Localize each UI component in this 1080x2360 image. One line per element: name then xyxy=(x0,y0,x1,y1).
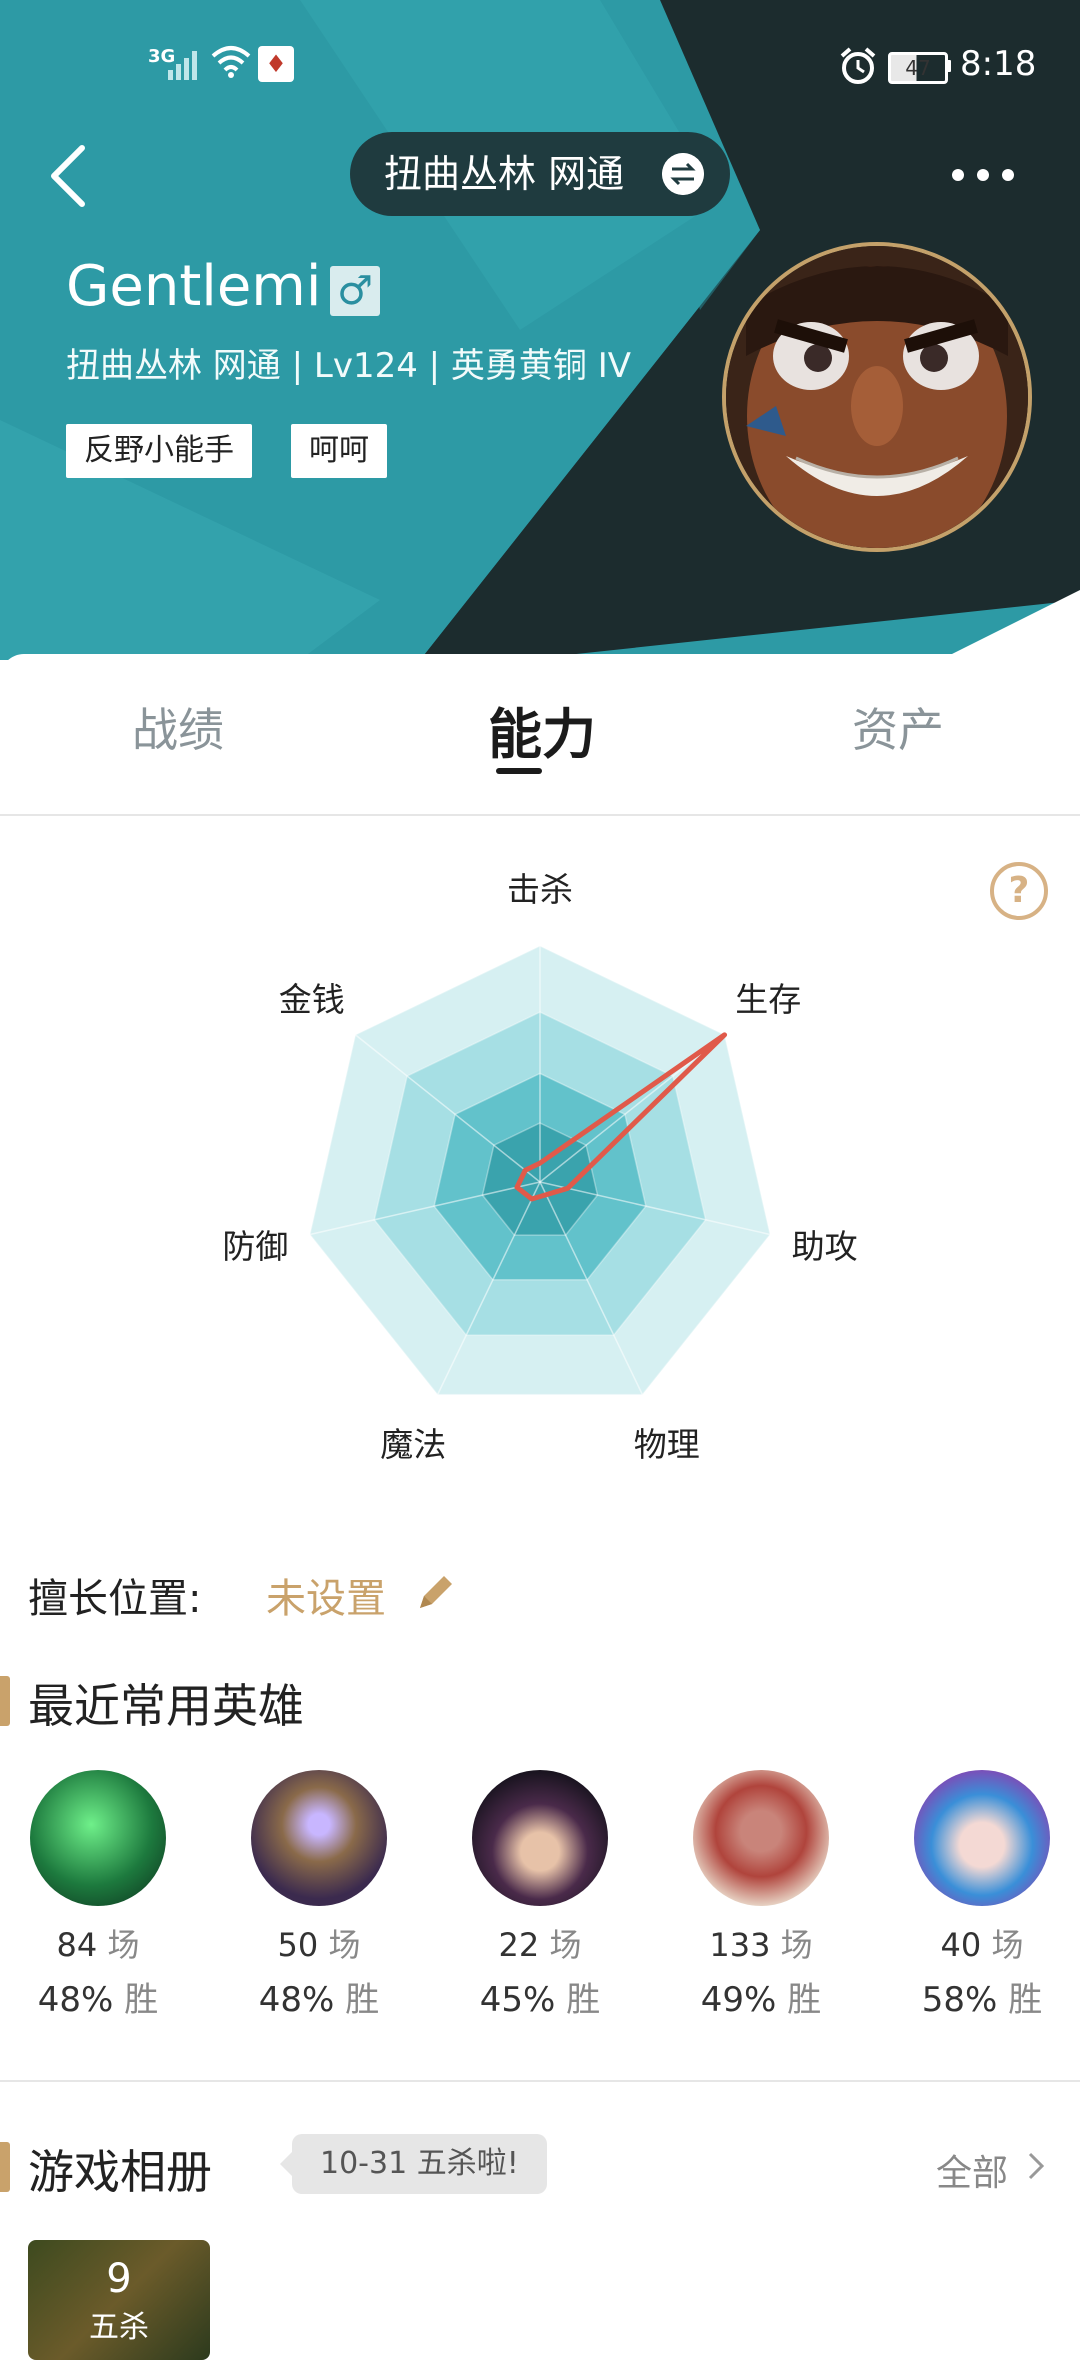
hero-games-unit: 场 xyxy=(328,1926,361,1964)
hero-winrate: 45% 胜 xyxy=(440,1972,640,2021)
hero-games-unit: 场 xyxy=(991,1926,1024,1964)
tab-ability[interactable]: 能力 xyxy=(488,690,596,769)
hero-games: 22 场 xyxy=(440,1920,640,1966)
hero-winrate-value: 49% xyxy=(700,1980,777,2020)
alarm-icon xyxy=(840,47,876,84)
server-switch-label: 扭曲丛林 网通 xyxy=(384,152,625,196)
hero-games-unit: 场 xyxy=(107,1926,140,1964)
hero-item[interactable]: 22 场 45% 胜 xyxy=(440,1770,640,2021)
hero-games: 133 场 xyxy=(661,1920,861,1966)
hero-games-count: 84 xyxy=(56,1926,98,1964)
profile-header: 3G ♦ 47 8:18 扭曲丛林 网通 Gentlemi ♂ 扭曲丛林 网通 … xyxy=(0,0,1080,660)
radar-axis-label: 防御 xyxy=(222,1227,288,1266)
hero-item[interactable]: 40 场 58% 胜 xyxy=(882,1770,1080,2021)
more-options-icon[interactable] xyxy=(948,160,1018,190)
app-notification-icon: ♦ xyxy=(258,46,294,82)
radar-axis-label: 生存 xyxy=(735,980,801,1019)
hero-games-unit: 场 xyxy=(780,1926,813,1964)
chevron-right-icon[interactable] xyxy=(1024,2150,1048,2182)
album-count: 9 xyxy=(106,2256,132,2302)
radar-axis-label: 击杀 xyxy=(507,870,573,909)
player-tag[interactable]: 呵呵 xyxy=(291,424,387,478)
hero-item[interactable]: 84 场 48% 胜 xyxy=(0,1770,198,2021)
swap-icon xyxy=(662,153,704,195)
hero-games-count: 133 xyxy=(709,1926,771,1964)
clock: 8:18 xyxy=(960,44,1037,84)
hero-winrate-unit: 胜 xyxy=(787,1980,822,2020)
hero-winrate: 58% 胜 xyxy=(882,1972,1080,2021)
hero-winrate-value: 45% xyxy=(479,1980,556,2020)
player-tag[interactable]: 反野小能手 xyxy=(66,424,252,478)
hero-winrate-unit: 胜 xyxy=(345,1980,380,2020)
hero-games-unit: 场 xyxy=(549,1926,582,1964)
hero-avatar xyxy=(472,1770,608,1906)
album-view-all-link[interactable]: 全部 xyxy=(936,2144,1008,2196)
profile-tabs: 战绩 能力 资产 xyxy=(0,654,1080,816)
radar-axis-label: 物理 xyxy=(634,1425,700,1464)
back-button[interactable] xyxy=(40,140,110,210)
profile-avatar[interactable] xyxy=(722,242,1032,552)
wifi-icon xyxy=(211,46,251,78)
hero-avatar xyxy=(30,1770,166,1906)
pencil-icon[interactable] xyxy=(414,1570,458,1614)
avatar-face-image xyxy=(726,246,1028,548)
hero-games-count: 22 xyxy=(498,1926,540,1964)
recent-heroes-title: 最近常用英雄 xyxy=(28,1679,304,1733)
position-label: 擅长位置: xyxy=(28,1576,202,1622)
hero-avatar xyxy=(693,1770,829,1906)
player-info: 扭曲丛林 网通 | Lv124 | 英勇黄铜 IV xyxy=(66,346,632,386)
hero-games-count: 50 xyxy=(277,1926,319,1964)
server-switch-button[interactable]: 扭曲丛林 网通 xyxy=(350,132,730,216)
help-icon[interactable]: ? xyxy=(990,862,1048,920)
hero-winrate-unit: 胜 xyxy=(566,1980,601,2020)
battery-icon: 47 xyxy=(888,52,948,84)
hero-games-count: 40 xyxy=(940,1926,982,1964)
radar-axis-label: 助攻 xyxy=(792,1227,858,1266)
hero-games: 40 场 xyxy=(882,1920,1080,1966)
hero-avatar xyxy=(914,1770,1050,1906)
hero-games: 50 场 xyxy=(219,1920,419,1966)
hero-winrate-unit: 胜 xyxy=(1008,1980,1043,2020)
hero-winrate-value: 58% xyxy=(921,1980,998,2020)
hero-winrate-value: 48% xyxy=(258,1980,335,2020)
section-accent-bar xyxy=(0,2142,10,2192)
album-item-label: 五杀 xyxy=(89,2310,149,2345)
radar-axis-label: 金钱 xyxy=(279,980,345,1019)
recent-heroes-list: 84 场 48% 胜 50 场 48% 胜 22 场 45% 胜 133 场 4… xyxy=(0,1770,1080,2040)
hero-winrate: 49% 胜 xyxy=(661,1972,861,2021)
hero-games: 84 场 xyxy=(0,1920,198,1966)
tab-record[interactable]: 战绩 xyxy=(132,694,224,760)
album-notice-bubble[interactable]: 10-31 五杀啦! xyxy=(280,2134,547,2194)
hero-avatar xyxy=(251,1770,387,1906)
hero-winrate-unit: 胜 xyxy=(124,1980,159,2020)
game-album-title: 游戏相册 xyxy=(28,2145,212,2199)
section-divider xyxy=(0,2080,1080,2082)
radar-axis-label: 魔法 xyxy=(380,1425,446,1464)
tab-assets[interactable]: 资产 xyxy=(852,694,944,760)
hero-winrate: 48% 胜 xyxy=(219,1972,419,2021)
hero-winrate-value: 48% xyxy=(37,1980,114,2020)
position-value[interactable]: 未设置 xyxy=(266,1566,386,1624)
player-name: Gentlemi xyxy=(66,254,322,319)
hero-item[interactable]: 50 场 48% 胜 xyxy=(219,1770,419,2021)
album-thumbnail[interactable]: 9 五杀 xyxy=(28,2240,210,2360)
active-tab-indicator xyxy=(496,768,542,774)
ability-radar-chart: 击杀生存助攻物理 魔法 防御 金钱 xyxy=(222,870,858,1464)
section-accent-bar xyxy=(0,1676,10,1726)
male-icon: ♂ xyxy=(330,266,380,316)
signal-icon xyxy=(168,51,197,80)
battery-tip xyxy=(946,60,951,72)
hero-item[interactable]: 133 场 49% 胜 xyxy=(661,1770,861,2021)
hero-winrate: 48% 胜 xyxy=(0,1972,198,2021)
